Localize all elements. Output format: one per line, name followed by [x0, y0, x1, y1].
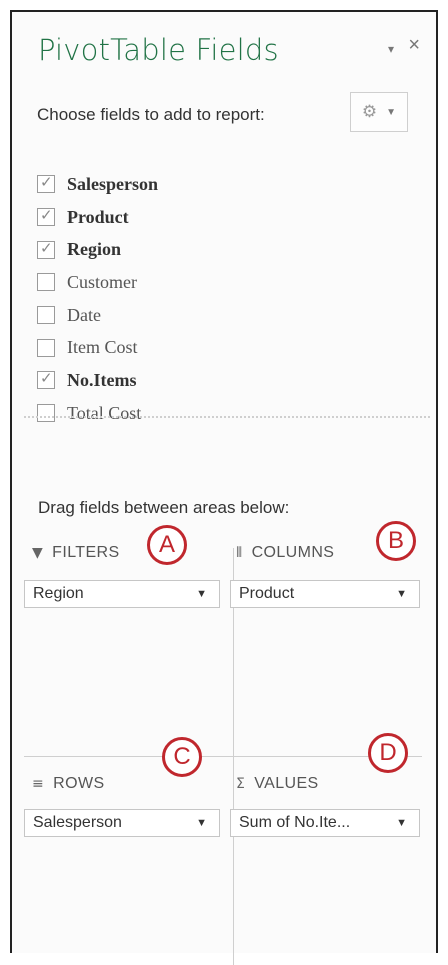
drag-fields-label: Drag fields between areas below:: [38, 498, 290, 517]
callout-marker-b: B: [376, 521, 416, 561]
filters-region-dropdown[interactable]: Region ▼: [24, 580, 220, 608]
values-label: VALUES: [254, 775, 319, 792]
callout-letter: B: [387, 527, 404, 554]
rows-area-header: ≡ ROWS: [32, 775, 105, 793]
checkbox[interactable]: [37, 338, 55, 357]
chevron-down-icon[interactable]: ▼: [396, 588, 407, 600]
field-label: Customer: [67, 271, 137, 292]
field-list: ✓ Salesperson ✓ Product ✓ Region Custome…: [37, 168, 158, 430]
field-item-salesperson[interactable]: ✓ Salesperson: [37, 168, 158, 201]
dropdown-label: Sum of No.Ite...: [239, 814, 351, 831]
sigma-icon: Σ: [236, 776, 246, 792]
check-icon: ✓: [40, 173, 53, 192]
dropdown-label: Region: [33, 585, 84, 602]
field-label: Date: [67, 304, 101, 325]
checkbox[interactable]: ✓: [37, 238, 55, 259]
field-label: Region: [67, 239, 121, 260]
chevron-down-icon[interactable]: ▼: [196, 817, 207, 829]
callout-marker-d: D: [368, 733, 408, 773]
section-splitter[interactable]: [24, 416, 430, 418]
field-item-customer[interactable]: Customer: [37, 266, 158, 299]
columns-product-dropdown[interactable]: Product ▼: [230, 580, 420, 608]
callout-marker-c: C: [162, 737, 202, 777]
field-label: Salesperson: [67, 173, 159, 194]
filter-icon: ▼: [32, 545, 44, 561]
chevron-down-icon: ▼: [386, 106, 397, 118]
callout-letter: A: [158, 531, 175, 558]
rows-icon: ≡: [32, 776, 45, 792]
field-item-no-items[interactable]: ✓ No.Items: [37, 364, 158, 397]
chevron-down-icon[interactable]: ▼: [396, 817, 407, 829]
checkbox[interactable]: [37, 273, 55, 292]
check-icon: ✓: [40, 238, 53, 257]
field-label: Item Cost: [67, 337, 138, 358]
checkbox[interactable]: [37, 404, 55, 423]
checkbox[interactable]: [37, 306, 55, 325]
field-item-product[interactable]: ✓ Product: [37, 201, 158, 234]
columns-label: COLUMNS: [251, 544, 335, 561]
values-area-header: Σ VALUES: [236, 775, 319, 793]
pane-title: PivotTable Fields: [38, 33, 279, 67]
gear-icon: ⚙: [361, 102, 378, 121]
field-item-region[interactable]: ✓ Region: [37, 233, 158, 266]
rows-label: ROWS: [53, 775, 105, 792]
dropdown-label: Salesperson: [33, 814, 122, 831]
columns-icon: ⦀: [236, 545, 243, 561]
callout-marker-a: A: [147, 525, 187, 565]
dropdown-label: Product: [239, 585, 295, 602]
filters-area-header: ▼ FILTERS: [32, 544, 120, 562]
field-label: Total Cost: [67, 402, 142, 423]
checkbox[interactable]: ✓: [37, 206, 55, 227]
chevron-down-icon[interactable]: ▼: [196, 588, 207, 600]
callout-letter: D: [379, 739, 397, 766]
callout-letter: C: [173, 743, 191, 770]
field-label: No.Items: [67, 369, 137, 390]
checkbox[interactable]: ✓: [37, 369, 55, 390]
field-item-item-cost[interactable]: Item Cost: [37, 331, 158, 364]
choose-fields-label: Choose fields to add to report:: [37, 105, 265, 124]
pane-options-chevron-icon[interactable]: ▾: [388, 42, 394, 56]
rows-salesperson-dropdown[interactable]: Salesperson ▼: [24, 809, 220, 837]
filters-label: FILTERS: [52, 544, 120, 561]
close-icon[interactable]: ×: [408, 34, 420, 57]
area-divider-horizontal: [24, 756, 422, 757]
columns-area-header: ⦀ COLUMNS: [236, 544, 334, 562]
check-icon: ✓: [40, 206, 53, 225]
checkbox[interactable]: ✓: [37, 173, 55, 194]
field-label: Product: [67, 206, 129, 227]
field-item-date[interactable]: Date: [37, 299, 158, 332]
check-icon: ✓: [40, 369, 53, 388]
pivottable-fields-pane: PivotTable Fields ▾ × Choose fields to a…: [10, 10, 438, 965]
field-item-total-cost[interactable]: Total Cost: [37, 397, 158, 430]
tools-button[interactable]: ⚙ ▼: [350, 92, 408, 132]
values-sum-dropdown[interactable]: Sum of No.Ite... ▼: [230, 809, 420, 837]
